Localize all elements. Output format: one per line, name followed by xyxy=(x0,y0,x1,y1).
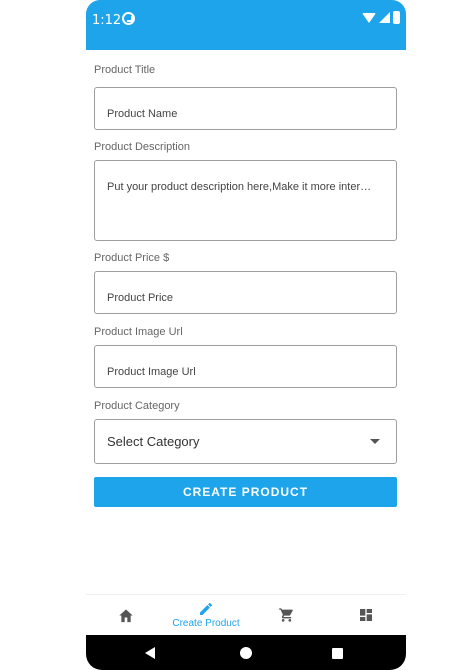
home-circle-icon[interactable] xyxy=(240,647,252,659)
home-icon xyxy=(119,609,133,622)
product-title-input[interactable]: Product Name xyxy=(94,87,397,130)
create-product-button[interactable]: CREATE PRODUCT xyxy=(94,477,397,507)
system-navigation-bar xyxy=(86,635,406,670)
back-icon[interactable] xyxy=(145,647,155,659)
sync-icon xyxy=(122,12,135,25)
nav-item-cart[interactable] xyxy=(246,595,326,635)
product-description-input[interactable]: Put your product description here,Make i… xyxy=(94,160,397,241)
product-category-select[interactable]: Select Category xyxy=(94,419,397,464)
status-icons xyxy=(362,11,400,24)
product-price-input[interactable]: Product Price xyxy=(94,271,397,314)
battery-icon xyxy=(393,11,400,24)
cart-icon xyxy=(278,608,293,622)
phone-screen: 1:12 Product Title Product Name Product … xyxy=(86,0,406,670)
product-image-input[interactable]: Product Image Url xyxy=(94,345,397,388)
product-price-placeholder: Product Price xyxy=(107,292,174,304)
signal-icon xyxy=(379,12,390,23)
nav-item-dashboard[interactable] xyxy=(326,595,406,635)
nav-label-create-product: Create Product xyxy=(172,618,240,629)
nav-item-home[interactable] xyxy=(86,595,166,635)
product-price-label: Product Price $ xyxy=(94,252,170,264)
product-description-placeholder: Put your product description here,Make i… xyxy=(107,181,372,193)
product-description-label: Product Description xyxy=(94,141,190,153)
product-title-label: Product Title xyxy=(94,64,156,76)
recent-apps-icon[interactable] xyxy=(332,648,343,659)
pencil-icon xyxy=(200,603,212,615)
wifi-icon xyxy=(362,12,376,23)
nav-item-create-product[interactable]: Create Product xyxy=(166,595,246,635)
status-time: 1:12 xyxy=(92,13,122,28)
product-category-label: Product Category xyxy=(94,400,180,412)
status-bar: 1:12 xyxy=(86,0,406,50)
product-category-value: Select Category xyxy=(107,434,200,449)
bottom-navigation: Create Product xyxy=(86,594,406,635)
product-image-label: Product Image Url xyxy=(94,326,183,338)
product-title-placeholder: Product Name xyxy=(107,108,178,120)
dropdown-arrow-icon xyxy=(370,439,380,444)
dashboard-icon xyxy=(360,609,372,621)
product-image-placeholder: Product Image Url xyxy=(107,366,196,378)
create-product-form: Product Title Product Name Product Descr… xyxy=(94,62,397,507)
